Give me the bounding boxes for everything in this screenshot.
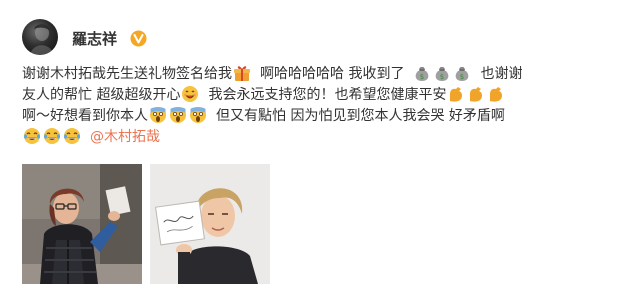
post-photo-1[interactable] [22,164,142,284]
post-line-4: @木村拓哉 [22,127,628,148]
flexed-biceps-icon [470,87,483,102]
post-text-segment: 啊哈哈哈哈哈 我收到了 [260,66,405,82]
money-bag-icon: $ [456,67,469,81]
avatar-portrait-icon [30,24,54,55]
tears-of-joy-icon [24,128,40,144]
gift-icon [234,66,250,81]
post-text-segment: 我会永远支持您的！也希望您健康平安 [208,87,447,103]
flexed-biceps-icon [450,87,463,102]
money-bag-icon: $ [416,67,429,81]
post-line-2: 友人的帮忙 超级超级开心 我会永远支持您的！也希望您健康平安 [22,85,628,106]
screaming-face-icon [150,107,166,123]
screaming-face-icon [170,107,186,123]
happy-face-icon [182,86,199,102]
post-line-3: 啊～好想看到你本人 但又有點怕 因为怕见到您本人我会哭 好矛盾啊 [22,106,628,127]
svg-text:$: $ [440,73,444,81]
photo-image [22,164,142,284]
screaming-face-icon [190,107,206,123]
post-line-1: 谢谢木村拓哉先生送礼物签名给我 啊哈哈哈哈哈 我收到了 $ $ $ 也谢谢 [22,64,628,85]
post-text-segment: 啊～好想看到你本人 [22,108,148,124]
tears-of-joy-icon [64,128,80,144]
svg-text:$: $ [420,73,424,81]
tears-of-joy-icon [44,128,60,144]
post-text-segment: 谢谢木村拓哉先生送礼物签名给我 [22,66,232,82]
photo-image [150,164,270,284]
post-photo-2[interactable] [150,164,270,284]
post-text-segment: 友人的帮忙 超级超级开心 [22,87,181,103]
post-text-segment: 也谢谢 [480,66,523,82]
svg-text:$: $ [460,73,464,81]
post-text-segment: 但又有點怕 因为怕见到您本人我会哭 好矛盾啊 [216,108,505,124]
post-text: 谢谢木村拓哉先生送礼物签名给我 啊哈哈哈哈哈 我收到了 $ $ $ 也谢谢 友人… [22,64,628,148]
flexed-biceps-icon [490,87,503,102]
weibo-post-card: 羅志祥 谢谢木村拓哉先生送礼物签名给我 啊哈哈哈哈哈 我收到了 $ $ $ 也谢… [0,0,638,295]
username[interactable]: 羅志祥 [72,30,117,48]
mention-link[interactable]: @木村拓哉 [90,129,160,145]
avatar[interactable] [22,19,58,55]
verified-badge-icon [130,30,147,47]
money-bag-icon: $ [436,67,449,81]
